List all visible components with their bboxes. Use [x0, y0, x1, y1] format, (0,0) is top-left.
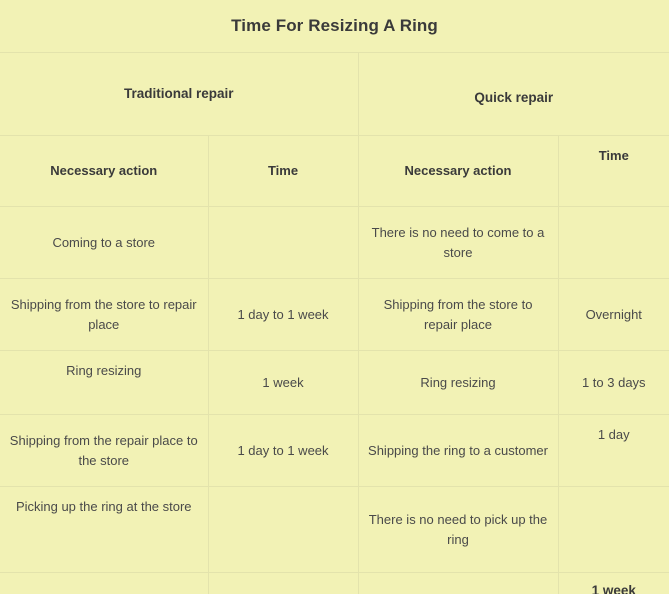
- cell-total-value-traditional: 3 weeks: [207, 572, 359, 594]
- cell-traditional-time: 1 week: [207, 350, 359, 415]
- cell-quick-action: Shipping from the store to repair place: [357, 278, 559, 351]
- table-row: Ring resizing 1 week Ring resizing 1 to …: [0, 350, 669, 415]
- cell-total-label-quick: Total estimated time: [357, 572, 559, 594]
- column-header-row: Necessary action Time Necessary action T…: [0, 135, 669, 207]
- table-body: Coming to a store There is no need to co…: [0, 206, 669, 594]
- cell-traditional-time: [207, 486, 359, 573]
- cell-traditional-action: Shipping from the store to repair place: [0, 278, 209, 351]
- column-header-quick-action: Necessary action: [357, 135, 559, 207]
- cell-traditional-time: [207, 206, 359, 279]
- page-title: Time For Resizing A Ring: [231, 16, 438, 35]
- table-row: Shipping from the store to repair place …: [0, 278, 669, 351]
- cell-traditional-action: Shipping from the repair place to the st…: [0, 414, 209, 487]
- cell-traditional-time: 1 day to 1 week: [207, 414, 359, 487]
- cell-quick-time: 1 to 3 days: [557, 350, 669, 415]
- table-total-row: Total estimated time 3 weeks Total estim…: [0, 572, 669, 594]
- cell-quick-action: There is no need to pick up the ring: [357, 486, 559, 573]
- table-row: Picking up the ring at the store There i…: [0, 486, 669, 573]
- cell-traditional-time: 1 day to 1 week: [207, 278, 359, 351]
- cell-traditional-action: Picking up the ring at the store: [0, 486, 209, 573]
- group-header-traditional-repair: Traditional repair: [0, 52, 359, 136]
- cell-traditional-action: Coming to a store: [0, 206, 209, 279]
- cell-quick-time: [557, 206, 669, 279]
- resizing-time-table: Traditional repair Quick repair Necessar…: [0, 52, 669, 594]
- cell-quick-time: [557, 486, 669, 573]
- column-header-quick-time: Time: [557, 135, 669, 207]
- cell-quick-time: Overnight: [557, 278, 669, 351]
- page-title-bar: Time For Resizing A Ring: [0, 0, 669, 52]
- table-row: Shipping from the repair place to the st…: [0, 414, 669, 487]
- cell-traditional-action: Ring resizing: [0, 350, 209, 415]
- column-header-traditional-action: Necessary action: [0, 135, 209, 207]
- page-root: Time For Resizing A Ring Traditional rep…: [0, 0, 669, 594]
- cell-quick-action: There is no need to come to a store: [357, 206, 559, 279]
- table-row: Coming to a store There is no need to co…: [0, 206, 669, 279]
- table-head: Traditional repair Quick repair Necessar…: [0, 52, 669, 207]
- cell-total-label-traditional: Total estimated time: [0, 572, 209, 594]
- cell-quick-time: 1 day: [557, 414, 669, 487]
- group-header-row: Traditional repair Quick repair: [0, 52, 669, 136]
- cell-quick-action: Shipping the ring to a customer: [357, 414, 559, 487]
- group-header-quick-repair: Quick repair: [357, 52, 669, 136]
- column-header-traditional-time: Time: [207, 135, 359, 207]
- cell-total-value-quick: 1 week: [557, 572, 669, 594]
- cell-quick-action: Ring resizing: [357, 350, 559, 415]
